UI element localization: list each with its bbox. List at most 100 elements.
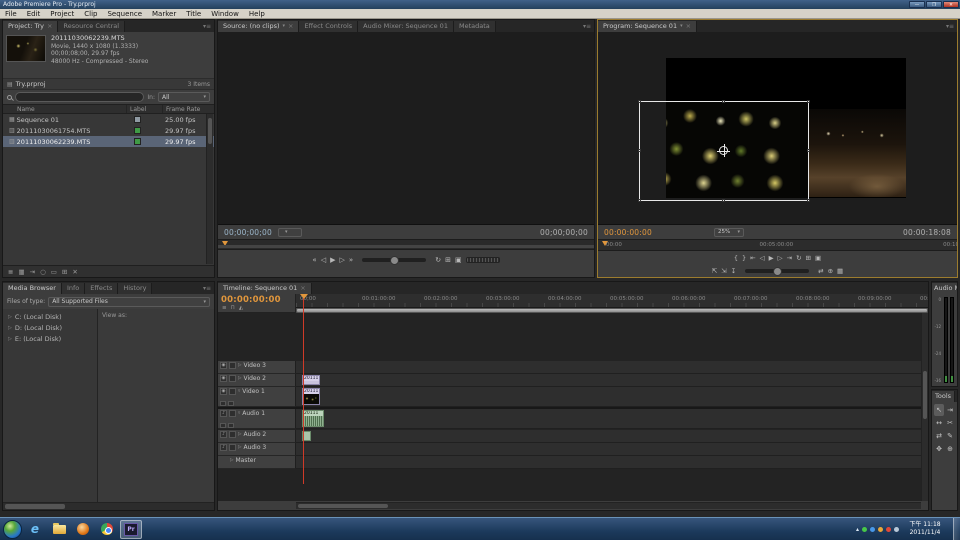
table-row-clip[interactable]: ▥ 20111030061754.MTS 29.97 fps — [3, 125, 214, 136]
source-scrub-bar[interactable] — [218, 239, 594, 250]
tray-icon[interactable] — [894, 527, 899, 532]
tab-info[interactable]: Info — [62, 283, 85, 294]
pen-tool[interactable]: ✎ — [945, 430, 955, 442]
menu-clip[interactable]: Clip — [79, 10, 102, 18]
expand-arrow-icon[interactable]: ▷ — [8, 325, 12, 331]
scrollbar[interactable] — [206, 114, 213, 264]
tray-up-arrow[interactable]: ▴ — [856, 526, 859, 533]
scrollbar[interactable] — [3, 502, 214, 510]
track-lock-toggle[interactable] — [229, 444, 236, 451]
selection-handle[interactable] — [722, 199, 725, 202]
anchor-point-icon[interactable] — [719, 146, 728, 155]
keyframe-toggle[interactable] — [228, 401, 234, 406]
step-back-button[interactable]: ◁ — [760, 254, 765, 262]
shuttle-slider[interactable] — [362, 258, 426, 262]
label-chip[interactable] — [134, 116, 141, 123]
menu-edit[interactable]: Edit — [22, 10, 46, 18]
jog-control[interactable] — [466, 257, 500, 263]
menu-title[interactable]: Title — [181, 10, 206, 18]
track-output-toggle[interactable]: ◉ — [220, 362, 227, 369]
label-chip[interactable] — [134, 127, 141, 134]
tree-item-c-drive[interactable]: ▷ C: (Local Disk) — [3, 311, 97, 322]
tab-audio-master[interactable]: Audio M — [932, 283, 957, 294]
column-name[interactable]: Name — [3, 105, 126, 113]
hand-tool[interactable]: ✥ — [934, 443, 944, 455]
track-expand-arrow[interactable]: ▷ — [238, 444, 241, 452]
track-lane[interactable]: 20111 — [296, 409, 921, 429]
table-row-sequence[interactable]: ▦ Sequence 01 25.00 fps — [3, 114, 214, 125]
mark-out-button[interactable]: } — [742, 254, 746, 262]
go-to-out-button[interactable]: » — [349, 255, 353, 265]
tab-program[interactable]: Program: Sequence 01 ▾ × — [598, 21, 697, 32]
mark-in-button[interactable]: { — [734, 254, 738, 262]
track-lane[interactable] — [296, 443, 921, 456]
track-lane[interactable]: 20111 — [296, 374, 921, 387]
tab-close-icon[interactable]: × — [300, 283, 305, 294]
track-lock-toggle[interactable] — [229, 388, 236, 395]
program-monitor-screen[interactable] — [598, 32, 957, 225]
tab-project[interactable]: Project: Try × — [3, 21, 58, 32]
track-output-toggle[interactable]: ◉ — [220, 388, 227, 395]
loop-button[interactable]: ↻ — [796, 254, 801, 262]
timeline-menu-icon[interactable]: ≡ — [222, 305, 227, 311]
project-search-input[interactable] — [15, 92, 144, 102]
step-forward-button[interactable]: ▷ — [778, 254, 783, 262]
timeline-clip[interactable]: 20111 — [302, 388, 320, 405]
keyframe-toggle[interactable] — [220, 423, 226, 428]
selection-handle[interactable] — [807, 100, 810, 103]
track-expand-arrow[interactable]: ▿ — [238, 388, 240, 396]
tab-close-icon[interactable]: × — [288, 21, 293, 32]
track-lane[interactable]: 20111 — [296, 387, 921, 407]
export-frame-button[interactable]: ↧ — [731, 267, 736, 275]
panel-menu-icon[interactable]: ▾≡ — [200, 21, 214, 32]
start-button[interactable] — [3, 520, 22, 539]
scrollbar[interactable] — [296, 502, 921, 509]
playhead-icon[interactable] — [300, 294, 308, 299]
program-current-timecode[interactable]: 00:00:00:00 — [604, 228, 652, 237]
tree-item-d-drive[interactable]: ▷ D: (Local Disk) — [3, 322, 97, 333]
loop-button[interactable]: ↻ — [435, 255, 441, 265]
minimize-button[interactable]: — — [909, 1, 925, 8]
ie-taskbar-icon[interactable]: e — [24, 520, 46, 539]
source-monitor-screen[interactable] — [218, 32, 594, 225]
source-current-timecode[interactable]: 00;00;00;00 — [224, 228, 272, 237]
track-mute-toggle[interactable]: ♪ — [220, 431, 227, 438]
show-desktop-button[interactable] — [953, 518, 960, 540]
track-lock-toggle[interactable] — [229, 375, 236, 382]
timeline-ruler[interactable]: 00;00 00:01:00:00 00:02:00:00 00:03:00:0… — [296, 294, 928, 308]
track-output-toggle[interactable]: ◉ — [220, 375, 227, 382]
track-select-tool[interactable]: ⇥ — [945, 404, 955, 416]
column-label[interactable]: Label — [126, 105, 162, 113]
program-zoom-dropdown[interactable]: 25% ▾ — [714, 228, 744, 237]
chevron-down-icon[interactable]: ▾ — [680, 21, 683, 32]
output-button[interactable]: ▣ — [815, 254, 821, 262]
track-expand-arrow[interactable]: ▷ — [238, 431, 241, 439]
list-view-button[interactable]: ≣ — [8, 268, 13, 276]
keyframe-toggle[interactable] — [228, 423, 234, 428]
track-mute-toggle[interactable]: ♪ — [220, 444, 227, 451]
selection-handle[interactable] — [722, 100, 725, 103]
icon-view-button[interactable]: ▦ — [18, 268, 24, 276]
panel-menu-icon[interactable]: ▾≡ — [200, 283, 214, 294]
menu-sequence[interactable]: Sequence — [102, 10, 147, 18]
snap-toggle[interactable]: ⊓ — [231, 305, 235, 311]
ripple-edit-tool[interactable]: ↔ — [934, 417, 944, 429]
selection-tool[interactable]: ↖ — [934, 404, 944, 416]
close-button[interactable]: ✕ — [943, 1, 959, 8]
new-item-button[interactable]: ⊞ — [62, 268, 67, 276]
timeline-current-timecode[interactable]: 00:00:00:00 — [218, 294, 295, 305]
go-to-in-button[interactable]: « — [312, 255, 316, 265]
tab-metadata[interactable]: Metadata — [454, 21, 496, 32]
maximize-button[interactable]: ❐ — [926, 1, 942, 8]
track-lane[interactable] — [296, 361, 921, 374]
step-back-button[interactable]: ◁ — [321, 255, 326, 265]
panel-menu-icon[interactable]: ▾≡ — [580, 21, 594, 32]
tab-close-icon[interactable]: × — [686, 21, 691, 32]
new-bin-button[interactable]: ▭ — [51, 268, 57, 276]
slip-tool[interactable]: ⇄ — [934, 430, 944, 442]
timeline-clip[interactable]: 20111 — [302, 375, 320, 385]
razor-tool[interactable]: ✂ — [945, 417, 955, 429]
track-expand-arrow[interactable]: ▷ — [238, 375, 241, 383]
play-button[interactable]: ▶ — [769, 254, 774, 262]
menu-window[interactable]: Window — [206, 10, 244, 18]
